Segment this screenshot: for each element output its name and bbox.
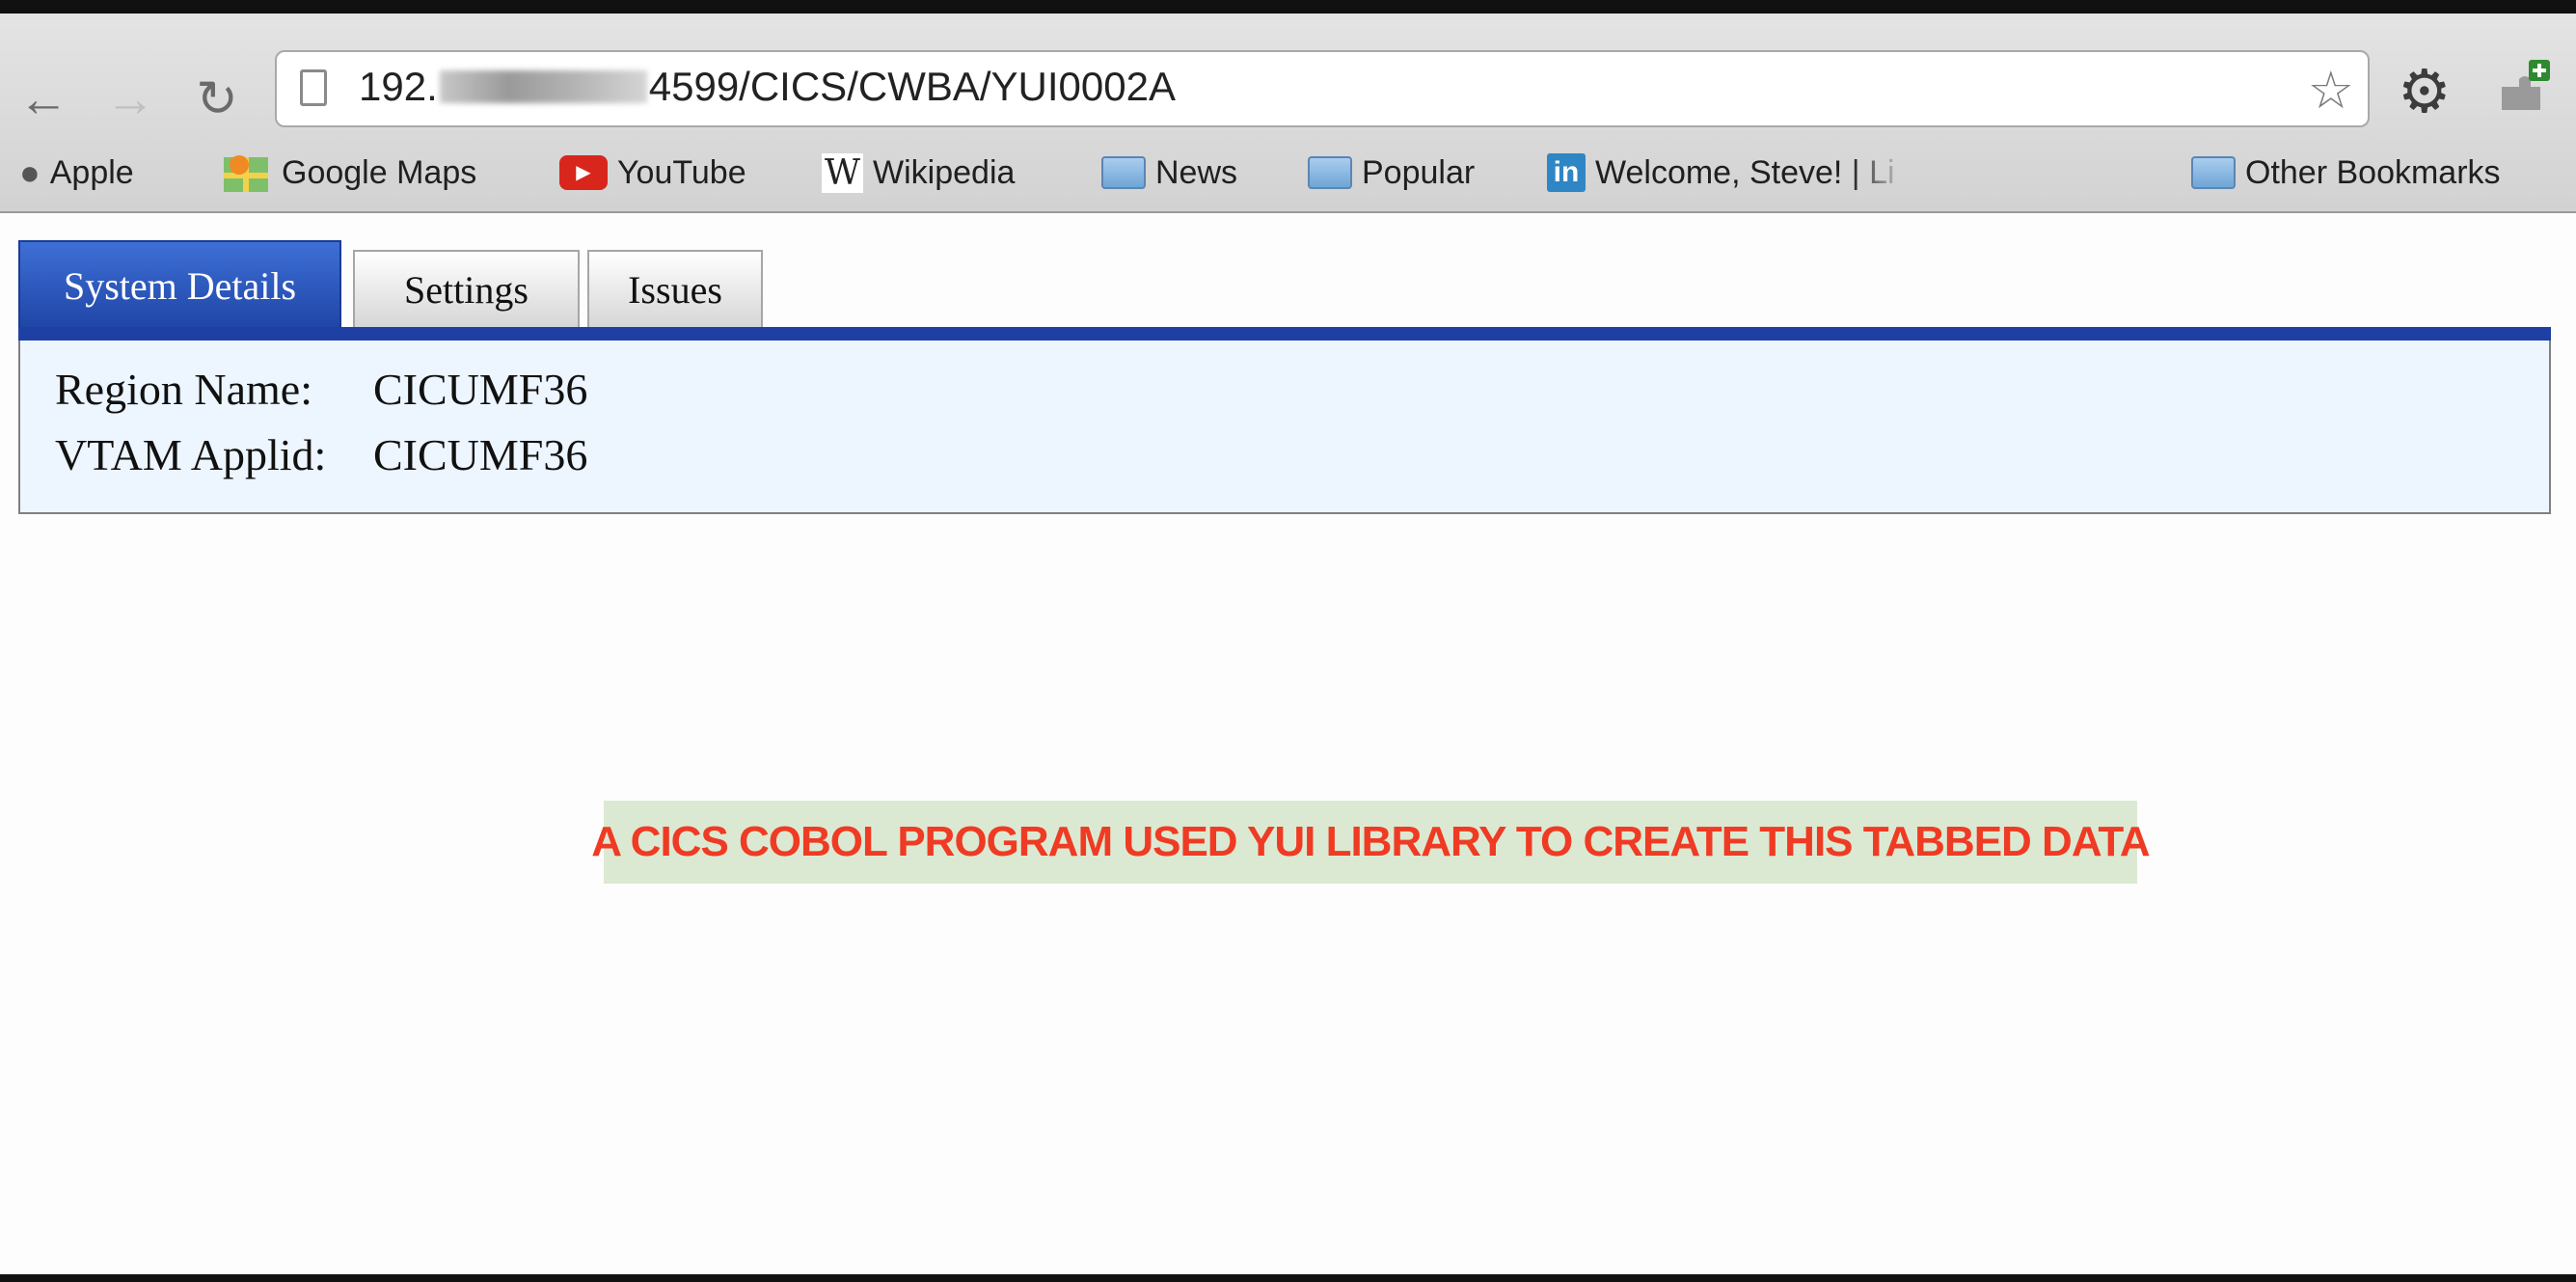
url-host-prefix: 192. [359,64,438,109]
page-icon [300,69,327,106]
vtam-applid-row: VTAM Applid: CICUMF36 [55,429,587,480]
bookmark-label: Other Bookmarks [2245,153,2501,191]
bookmarks-bar: ● Apple Google Maps ▶ YouTube W Wikipedi… [0,139,2576,206]
caption-banner: A CICS COBOL PROGRAM USED YUI LIBRARY TO… [591,801,2151,884]
bookmark-apple[interactable]: ● Apple [19,150,134,195]
bookmark-label: Apple [49,153,134,191]
bookmark-label: Google Maps [282,153,477,191]
tab-label: Issues [628,267,722,312]
google-maps-icon [224,155,268,192]
page-content: System Details Settings Issues Region Na… [0,213,2576,1274]
back-button[interactable]: ← [10,60,77,139]
address-bar[interactable]: 192. 4599/CICS/CWBA/YUI0002A ☆ [275,50,2370,127]
browser-chrome: ← → ↻ 192. 4599/CICS/CWBA/YUI0002A ☆ ⚙ ●… [0,14,2576,213]
bookmark-news[interactable]: News [1101,150,1237,195]
vtam-applid-value: CICUMF36 [373,430,588,479]
bookmark-linkedin[interactable]: in Welcome, Steve! | Li [1547,150,1895,195]
bookmark-google-maps[interactable]: Google Maps [222,150,476,195]
youtube-icon: ▶ [559,155,608,190]
forward-button[interactable]: → [96,60,164,139]
bookmark-label: News [1155,153,1238,191]
gear-icon[interactable]: ⚙ [2398,56,2452,126]
screenshot-frame: ← → ↻ 192. 4599/CICS/CWBA/YUI0002A ☆ ⚙ ●… [0,0,2576,1282]
folder-icon [1101,156,1146,189]
region-name-value: CICUMF36 [373,365,588,414]
apple-icon: ● [19,152,41,192]
url-redacted [439,70,647,103]
bookmark-label: YouTube [617,153,746,191]
bookmark-popular[interactable]: Popular [1308,150,1475,195]
bookmark-label: Welcome, Steve! | Li [1595,153,1895,191]
folder-icon [2191,156,2236,189]
url-path: 4599/CICS/CWBA/YUI0002A [648,64,1176,109]
caption-text: A CICS COBOL PROGRAM USED YUI LIBRARY TO… [591,818,2150,865]
bookmark-wikipedia[interactable]: W Wikipedia [822,150,1015,195]
tab-strip [18,327,2551,341]
arrow-right-icon: → [105,71,155,127]
wikipedia-icon: W [822,152,864,193]
bookmark-youtube[interactable]: ▶ YouTube [559,150,746,195]
reload-icon: ↻ [196,71,238,127]
tab-label: System Details [63,263,297,308]
region-name-row: Region Name: CICUMF36 [55,364,587,415]
folder-icon [1308,156,1352,189]
linkedin-icon: in [1547,153,1586,192]
tab-system-details[interactable]: System Details [18,240,341,329]
bookmark-other-bookmarks[interactable]: Other Bookmarks [2191,150,2501,195]
tab-issues[interactable]: Issues [587,250,763,327]
region-name-label: Region Name: [55,365,312,414]
tab-panel: Region Name: CICUMF36 VTAM Applid: CICUM… [18,341,2551,514]
tab-label: Settings [404,267,529,312]
vtam-applid-label: VTAM Applid: [55,430,327,479]
url-text[interactable]: 192. 4599/CICS/CWBA/YUI0002A [359,64,1176,110]
tab-settings[interactable]: Settings [353,250,580,327]
arrow-left-icon: ← [18,71,68,127]
reload-button[interactable]: ↻ [183,60,251,139]
extension-icon[interactable] [2496,58,2554,116]
star-icon[interactable]: ☆ [2308,60,2354,121]
bookmark-label: Popular [1362,153,1476,191]
bookmark-label: Wikipedia [873,153,1016,191]
